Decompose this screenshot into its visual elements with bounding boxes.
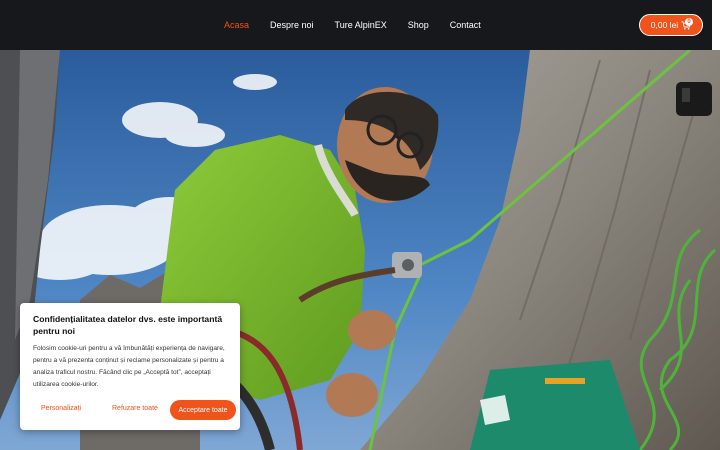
main-menu: Acasa Despre noi Ture AlpinEX Shop Conta… (224, 0, 502, 50)
reject-all-button[interactable]: Refuzare toate (112, 405, 158, 412)
nav-item-contact[interactable]: Contact (450, 20, 481, 30)
scrollbar-track[interactable] (712, 0, 720, 50)
cart-button[interactable]: 0,00 lei 0 (639, 14, 703, 36)
personalize-button[interactable]: Personalizați (41, 405, 81, 412)
cart-count-badge: 0 (685, 18, 693, 26)
cookie-description: Folosim cookie-uri pentru a vă îmbunătăț… (33, 345, 225, 388)
cookie-consent-dialog: Confidențialitatea datelor dvs. este imp… (20, 303, 240, 430)
cookie-title: Confidențialitatea datelor dvs. este imp… (33, 314, 223, 336)
accept-all-button[interactable]: Acceptare toate (170, 400, 236, 420)
nav-item-ture-alpinex[interactable]: Ture AlpinEX (335, 20, 387, 30)
cart-amount: 0,00 lei (650, 20, 679, 30)
nav-item-despre-noi[interactable]: Despre noi (270, 20, 314, 30)
nav-item-shop[interactable]: Shop (408, 20, 429, 30)
cookie-actions: Personalizați Refuzare toate Acceptare t… (30, 400, 236, 420)
nav-item-acasa[interactable]: Acasa (224, 20, 249, 30)
top-navigation: Acasa Despre noi Ture AlpinEX Shop Conta… (0, 0, 712, 50)
